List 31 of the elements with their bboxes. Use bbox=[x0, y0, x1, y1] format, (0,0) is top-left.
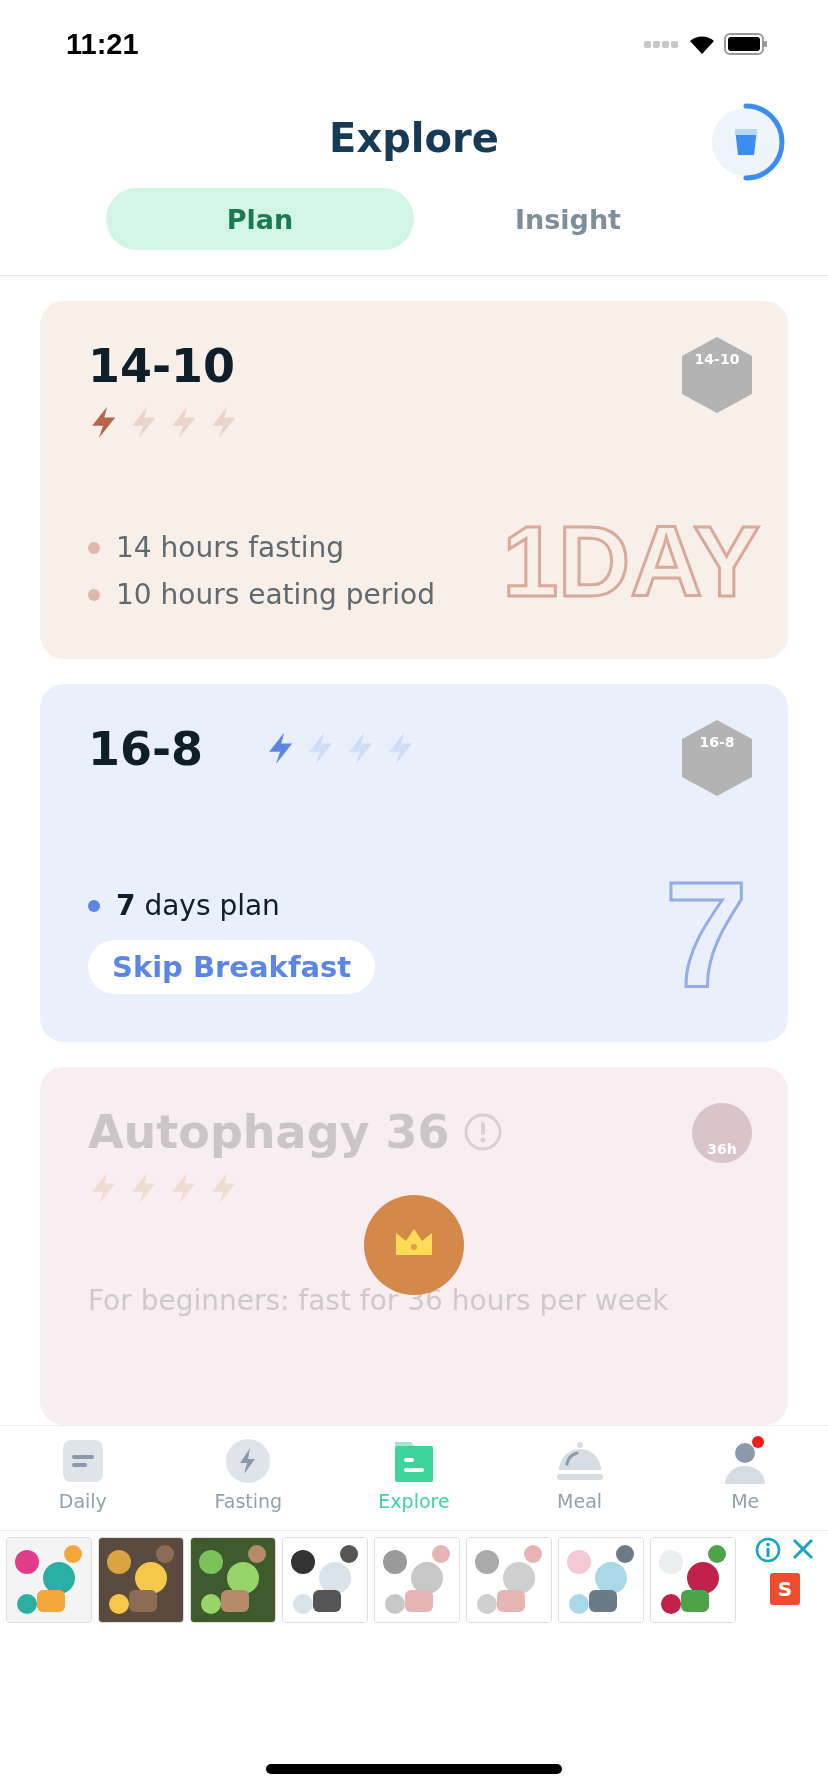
plan-card[interactable]: 14-10 14 hours fasting 10 hours eating period 1DAY 14-10 bbox=[40, 301, 788, 659]
plan-detail: 10 hours eating period bbox=[116, 578, 435, 611]
tab-bar-item[interactable]: Daily bbox=[0, 1426, 166, 1530]
tab-bar-item[interactable]: Me bbox=[662, 1426, 828, 1530]
bullet-dot-icon bbox=[88, 899, 100, 912]
page-title: Explore bbox=[329, 115, 499, 161]
status-time: 11:21 bbox=[66, 27, 139, 61]
shop-bag-logo[interactable]: S bbox=[770, 1573, 800, 1605]
plan-detail: 14 hours fasting bbox=[116, 531, 345, 564]
plan-card[interactable]: 16-8 7 days plan Skip Breakfast 7 16-8 bbox=[40, 684, 788, 1042]
ad-info-icon[interactable] bbox=[755, 1537, 781, 1563]
bullet-dot-icon bbox=[88, 541, 100, 554]
battery-icon bbox=[724, 33, 768, 55]
tab-bar-item[interactable]: Explore bbox=[331, 1426, 497, 1530]
segment-tab[interactable]: Plan bbox=[106, 188, 414, 250]
bullet-dot-icon bbox=[88, 588, 100, 601]
signal-icon bbox=[644, 39, 680, 49]
plan-badge: 16-8 bbox=[682, 720, 752, 796]
segment-tab[interactable]: Insight bbox=[414, 188, 722, 250]
tab-bar-item[interactable]: Meal bbox=[496, 1426, 663, 1530]
plan-title: 16-8 bbox=[88, 722, 204, 776]
duration-watermark: 1DAY bbox=[502, 504, 760, 619]
plan-badge: 14-10 bbox=[682, 337, 752, 413]
plan-title: 14-10 bbox=[88, 339, 236, 393]
tab-bar-item[interactable]: Fasting bbox=[165, 1426, 332, 1530]
plan-detail: 7 days plan bbox=[116, 889, 280, 922]
close-icon[interactable] bbox=[791, 1537, 815, 1561]
plan-tag: Skip Breakfast bbox=[88, 940, 376, 994]
duration-watermark: 7 bbox=[664, 850, 748, 1021]
plan-badge: 36h bbox=[692, 1103, 752, 1163]
wifi-icon bbox=[688, 33, 716, 55]
